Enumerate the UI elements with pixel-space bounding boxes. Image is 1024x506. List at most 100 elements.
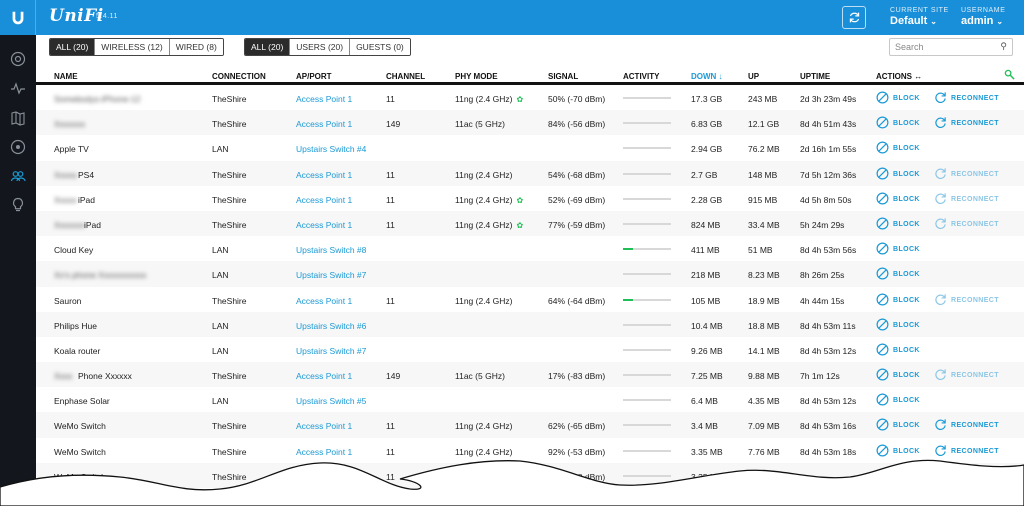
block-button[interactable]: BLOCK bbox=[876, 393, 920, 408]
block-button[interactable]: BLOCK bbox=[876, 217, 920, 232]
reconnect-icon bbox=[934, 293, 951, 308]
tab-users[interactable]: USERS (20) bbox=[290, 39, 351, 55]
reconnect-button[interactable]: RECONNECT bbox=[934, 192, 999, 207]
reconnect-button[interactable]: RECONNECT bbox=[934, 293, 999, 308]
ubiquiti-logo-icon[interactable] bbox=[0, 0, 36, 35]
client-name[interactable]: Xx's phone Xxxxxxxxxxx bbox=[54, 270, 146, 280]
client-ap-port-link[interactable]: Upstairs Switch #8 bbox=[296, 245, 366, 255]
column-settings-icon[interactable] bbox=[1004, 69, 1015, 82]
block-button[interactable]: BLOCK bbox=[876, 141, 920, 156]
client-name[interactable]: Somebodys-iPhone-12 bbox=[54, 94, 140, 104]
map-icon[interactable] bbox=[0, 105, 36, 131]
block-button[interactable]: BLOCK bbox=[876, 242, 920, 257]
table-row[interactable]: WeMo Switch TheShire Access Point 1 11 11ng … bbox=[36, 412, 1024, 438]
client-ap-port-link[interactable]: Access Point 1 bbox=[296, 195, 352, 205]
table-row[interactable]: Sauron TheShire Access Point 1 11 11ng (2.4 … bbox=[36, 287, 1024, 312]
client-connection: LAN bbox=[212, 345, 229, 356]
tab-wired[interactable]: WIRED (8) bbox=[169, 39, 223, 55]
col-uptime[interactable]: UPTIME bbox=[800, 72, 830, 81]
client-name[interactable]: WeMo Switch bbox=[54, 421, 106, 431]
statistics-icon[interactable] bbox=[0, 75, 36, 101]
table-row[interactable]: Enphase Solar LAN Upstairs Switch #5 6.4 MB… bbox=[36, 387, 1024, 412]
col-name[interactable]: NAME bbox=[54, 72, 78, 81]
table-row[interactable]: Xxxxx iPad TheShire Access Point 1 11 11ng (2… bbox=[36, 186, 1024, 211]
user-menu[interactable]: USERNAME admin ⌄ bbox=[961, 7, 1005, 27]
client-ap-port-link[interactable]: Access Point 1 bbox=[296, 296, 352, 306]
col-phy-mode[interactable]: PHY MODE bbox=[455, 72, 498, 81]
tab-guests[interactable]: GUESTS (0) bbox=[350, 39, 410, 55]
client-name[interactable]: Xxxxxxx bbox=[54, 119, 85, 129]
block-button[interactable]: BLOCK bbox=[876, 192, 920, 207]
block-button[interactable]: BLOCK bbox=[876, 91, 920, 106]
client-connection: TheShire bbox=[212, 119, 247, 130]
client-channel: 11 bbox=[386, 194, 395, 205]
client-ap-port-link[interactable]: Access Point 1 bbox=[296, 119, 352, 129]
client-name[interactable]: Apple TV bbox=[54, 144, 89, 154]
reconnect-button[interactable]: RECONNECT bbox=[934, 368, 999, 383]
site-selector[interactable]: CURRENT SITE Default ⌄ bbox=[890, 7, 949, 27]
col-up[interactable]: UP bbox=[748, 72, 759, 81]
client-name[interactable]: Xxxxxxx bbox=[54, 220, 85, 230]
client-ap-port-link[interactable]: Upstairs Switch #7 bbox=[296, 346, 366, 356]
reconnect-button[interactable]: RECONNECT bbox=[934, 91, 999, 106]
block-button[interactable]: BLOCK bbox=[876, 293, 920, 308]
block-button[interactable]: BLOCK bbox=[876, 368, 920, 383]
client-ap-port-link[interactable]: Access Point 1 bbox=[296, 170, 352, 180]
table-row[interactable]: Cloud Key LAN Upstairs Switch #8 411 MB 51 M… bbox=[36, 236, 1024, 261]
col-channel[interactable]: CHANNEL bbox=[386, 72, 425, 81]
client-name[interactable]: Cloud Key bbox=[54, 245, 93, 255]
table-row[interactable]: Somebodys-iPhone-12 TheShire Access Point … bbox=[36, 85, 1024, 110]
col-ap-port[interactable]: AP/PORT bbox=[296, 72, 332, 81]
col-signal[interactable]: SIGNAL bbox=[548, 72, 578, 81]
table-row[interactable]: Xxxx Phone Xxxxxx TheShire Access Point 1 14… bbox=[36, 362, 1024, 388]
client-ap-port-link[interactable]: Upstairs Switch #7 bbox=[296, 270, 366, 280]
client-name[interactable]: Xxxx bbox=[54, 371, 72, 381]
client-ap-port-link[interactable]: Access Point 1 bbox=[296, 421, 352, 431]
reconnect-button[interactable]: RECONNECT bbox=[934, 116, 999, 131]
insights-icon[interactable] bbox=[0, 192, 36, 218]
table-row[interactable]: Koala router LAN Upstairs Switch #7 9.26 MB… bbox=[36, 337, 1024, 362]
client-ap-port-link[interactable]: Upstairs Switch #6 bbox=[296, 321, 366, 331]
table-row[interactable]: Xxxxxxx iPad TheShire Access Point 1 11 11ng … bbox=[36, 210, 1024, 237]
col-down[interactable]: DOWN ↓ bbox=[691, 72, 723, 81]
client-ap-port-link[interactable]: Access Point 1 bbox=[296, 220, 352, 230]
table-row[interactable]: Philips Hue LAN Upstairs Switch #6 10.4 MB 1… bbox=[36, 311, 1024, 337]
refresh-button[interactable] bbox=[842, 6, 866, 29]
dashboard-icon[interactable] bbox=[0, 46, 36, 72]
client-name[interactable]: Xxxxx bbox=[54, 195, 77, 205]
table-row[interactable]: Xxxxxxx TheShire Access Point 1 149 11ac (5 … bbox=[36, 110, 1024, 136]
client-ap-port-link[interactable]: Upstairs Switch #4 bbox=[296, 144, 366, 154]
client-name[interactable]: Enphase Solar bbox=[54, 396, 110, 406]
devices-icon[interactable] bbox=[0, 134, 36, 160]
col-activity[interactable]: ACTIVITY bbox=[623, 72, 659, 81]
block-button[interactable]: BLOCK bbox=[876, 116, 920, 131]
block-button[interactable]: BLOCK bbox=[876, 343, 920, 358]
tab-all-types[interactable]: ALL (20) bbox=[50, 39, 96, 55]
table-row[interactable]: Xx's phone Xxxxxxxxxxx LAN Upstairs Switch… bbox=[36, 261, 1024, 287]
client-uptime: 8h 26m 25s bbox=[800, 270, 845, 281]
client-name[interactable]: Koala router bbox=[54, 346, 100, 356]
col-actions[interactable]: ACTIONS ↔ bbox=[876, 72, 922, 81]
block-button[interactable]: BLOCK bbox=[876, 167, 920, 182]
block-button[interactable]: BLOCK bbox=[876, 318, 920, 333]
client-name[interactable]: Sauron bbox=[54, 296, 81, 306]
reconnect-button[interactable]: RECONNECT bbox=[934, 418, 999, 433]
col-connection[interactable]: CONNECTION bbox=[212, 72, 266, 81]
block-button[interactable]: BLOCK bbox=[876, 418, 920, 433]
client-name[interactable]: Philips Hue bbox=[54, 321, 97, 331]
client-ap-port-link[interactable]: Upstairs Switch #5 bbox=[296, 396, 366, 406]
client-ap-port-link[interactable]: Access Point 1 bbox=[296, 94, 352, 104]
activity-bar bbox=[623, 122, 671, 125]
tab-all-users[interactable]: ALL (20) bbox=[245, 39, 291, 55]
reconnect-button[interactable]: RECONNECT bbox=[934, 167, 999, 182]
search-input[interactable]: Search ⚲ bbox=[889, 38, 1013, 56]
reconnect-button[interactable]: RECONNECT bbox=[934, 217, 999, 232]
table-row[interactable]: Xxxxs PS4 TheShire Access Point 1 11 11ng (2.… bbox=[36, 160, 1024, 186]
client-down: 218 MB bbox=[691, 270, 721, 281]
block-button[interactable]: BLOCK bbox=[876, 267, 920, 282]
tab-wireless[interactable]: WIRELESS (12) bbox=[95, 39, 170, 55]
client-ap-port-link[interactable]: Access Point 1 bbox=[296, 371, 352, 381]
clients-icon[interactable] bbox=[0, 163, 36, 189]
client-name[interactable]: Xxxxs bbox=[54, 170, 77, 180]
table-row[interactable]: Apple TV LAN Upstairs Switch #4 2.94 GB 76.2… bbox=[36, 135, 1024, 160]
